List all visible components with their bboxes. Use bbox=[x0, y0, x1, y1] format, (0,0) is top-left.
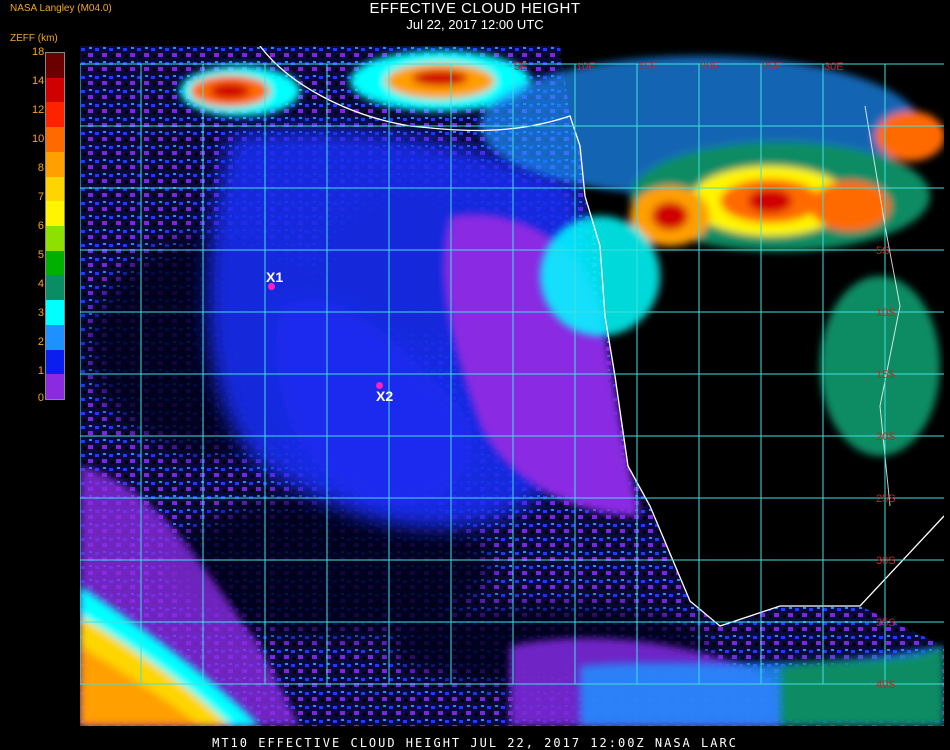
colorbar-segment bbox=[46, 151, 64, 178]
colorbar-tick-label: 2 bbox=[37, 336, 44, 348]
longitude-label: 5E bbox=[514, 61, 527, 73]
colorbar-tick-label: 1 bbox=[37, 365, 44, 377]
marker-x2-label: X2 bbox=[376, 388, 394, 404]
colorbar-tick-label: 4 bbox=[37, 278, 44, 290]
footer-caption: MT10 EFFECTIVE CLOUD HEIGHT JUL 22, 2017… bbox=[212, 736, 738, 750]
colorbar-segment bbox=[46, 53, 64, 79]
colorbar-segment bbox=[46, 374, 64, 400]
colorbar bbox=[45, 52, 65, 400]
latitude-label: 15S bbox=[876, 369, 896, 381]
colorbar-tick-label: 7 bbox=[37, 191, 44, 203]
longitude-label: 20E bbox=[700, 61, 720, 73]
colorbar-tick-label: 6 bbox=[37, 220, 44, 232]
latitude-label: 25S bbox=[876, 493, 896, 505]
latitude-label: 20S bbox=[876, 431, 896, 443]
colorbar-tick-label: 10 bbox=[32, 133, 45, 145]
longitude-label: 10E bbox=[576, 61, 596, 73]
colorbar-segment bbox=[46, 324, 64, 351]
colorbar-segment bbox=[46, 275, 64, 301]
latitude-label: 5S bbox=[876, 245, 889, 257]
latitude-label: 10S bbox=[876, 307, 896, 319]
longitude-label: 25E bbox=[762, 61, 782, 73]
colorbar-segment bbox=[46, 176, 64, 202]
colorbar-segment bbox=[46, 201, 64, 227]
colorbar-tick-label: 12 bbox=[32, 104, 45, 116]
units-label: ZEFF (km) bbox=[10, 33, 58, 44]
latitude-label: 40S bbox=[876, 679, 896, 691]
colorbar-segment bbox=[46, 250, 64, 276]
colorbar-segment bbox=[46, 77, 64, 103]
latitude-label: 30S bbox=[876, 555, 896, 567]
colorbar-segment bbox=[46, 226, 64, 252]
colorbar-tick-label: 3 bbox=[37, 307, 44, 319]
colorbar-tick-label: 5 bbox=[37, 249, 44, 261]
colorbar-tick-label: 14 bbox=[32, 75, 45, 87]
page-title: EFFECTIVE CLOUD HEIGHT bbox=[369, 0, 581, 17]
page-subtitle: Jul 22, 2017 12:00 UTC bbox=[406, 17, 544, 32]
map-canvas: 5E 10E 15E 20E 25E 30E 5S 10S 15S 20S 25S 30S 35S 40S bbox=[80, 46, 944, 726]
colorbar-segment bbox=[46, 300, 64, 326]
colorbar-segment bbox=[46, 349, 64, 375]
longitude-label: 30E bbox=[824, 61, 844, 73]
colorbar-tick-label: 8 bbox=[37, 162, 44, 174]
satellite-map[interactable]: 5E 10E 15E 20E 25E 30E 5S 10S 15S 20S 25S 30S 35S 40S… bbox=[80, 46, 944, 726]
colorbar-segment bbox=[46, 127, 64, 153]
colorbar-segment bbox=[46, 102, 64, 128]
colorbar-tick-label: 18 bbox=[32, 46, 45, 58]
latitude-label: 35S bbox=[876, 617, 896, 629]
colorbar-tick-label: 0 bbox=[37, 392, 44, 404]
longitude-label: 15E bbox=[638, 61, 658, 73]
marker-x1-label: X1 bbox=[266, 269, 284, 285]
